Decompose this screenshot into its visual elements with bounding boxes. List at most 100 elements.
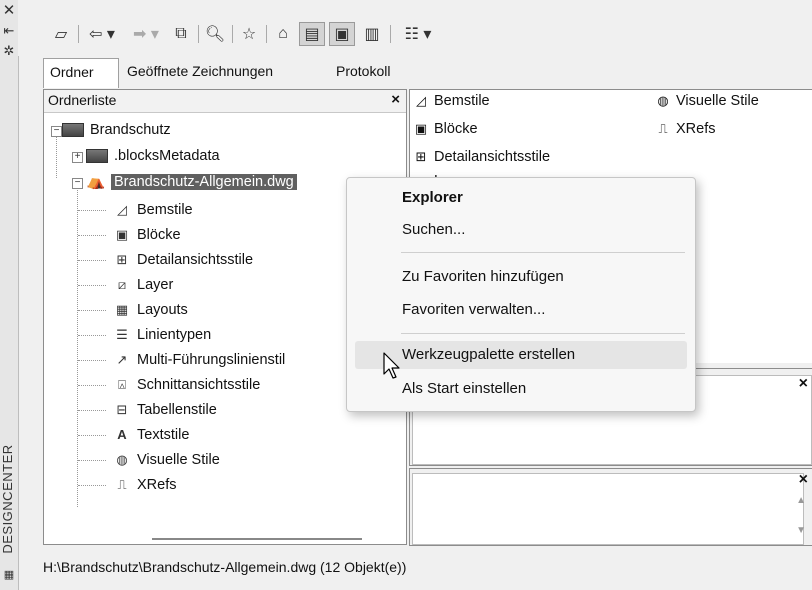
tree-view-toggle-icon[interactable]: ▤ bbox=[299, 22, 325, 46]
forward-button[interactable]: ➡ ▾ bbox=[126, 22, 166, 46]
tree-node-layouts[interactable]: ▦ Layouts bbox=[78, 298, 188, 322]
palette-title-strip: ✕ ⇤ ✲ DESIGNCENTER ▦ bbox=[0, 0, 19, 590]
menu-item-werkzeugpalette-erstellen[interactable]: Werkzeugpalette erstellen bbox=[355, 341, 687, 369]
description-area bbox=[412, 473, 804, 545]
expand-metadata-icon[interactable]: + bbox=[72, 152, 83, 163]
linetype-icon: ☰ bbox=[116, 327, 128, 343]
tree-node-label: Blöcke bbox=[137, 227, 181, 243]
tree-node-linientypen[interactable]: ☰ Linientypen bbox=[78, 323, 212, 347]
close-description-icon[interactable]: × bbox=[799, 471, 808, 489]
menu-item-zu-favoriten-hinzufuegen[interactable]: Zu Favoriten hinzufügen bbox=[348, 263, 694, 291]
tree-node-bemstile[interactable]: ◿ Bemstile bbox=[78, 198, 193, 222]
tree-node-label: Brandschutz bbox=[90, 122, 171, 138]
tree-guide bbox=[78, 260, 106, 261]
detailstyle-icon: ⊞ bbox=[116, 252, 128, 268]
tab-ordner[interactable]: Ordner bbox=[43, 58, 119, 88]
menu-item-suchen[interactable]: Suchen... bbox=[348, 216, 694, 244]
load-icon[interactable]: ▱ bbox=[48, 22, 74, 46]
tree-guide bbox=[78, 410, 106, 411]
collapse-drawing-icon[interactable]: − bbox=[72, 178, 83, 189]
tree-node-detailansichtsstile[interactable]: ⊞ Detailansichtsstile bbox=[78, 248, 254, 272]
sectionstyle-icon: ⍓ bbox=[118, 377, 126, 393]
tree-node-label: Bemstile bbox=[137, 202, 193, 218]
scroll-down-icon[interactable]: ▼ bbox=[796, 525, 806, 536]
up-icon[interactable]: ⧉ bbox=[168, 22, 194, 46]
home-icon[interactable]: ⌂ bbox=[270, 22, 296, 46]
close-preview-icon[interactable]: × bbox=[799, 375, 808, 393]
toolbar: ▱ ⇦ ▾ ➡ ▾ ⧉ 🔍︎ ☆ ⌂ ▤ ▣ ▥ ☷ ▾ bbox=[18, 0, 812, 56]
tree-node-schnittansichtsstile[interactable]: ⍓ Schnittansichtsstile bbox=[78, 373, 261, 397]
tree-node-label: Textstile bbox=[137, 427, 190, 443]
grid-icon[interactable]: ▦ bbox=[2, 568, 16, 582]
tablestyle-icon: ⊟ bbox=[116, 402, 128, 418]
folder-icon bbox=[62, 123, 84, 138]
search-icon[interactable]: 🔍︎ bbox=[202, 22, 228, 46]
menu-separator bbox=[401, 252, 685, 253]
tree-node-textstile[interactable]: A Textstile bbox=[78, 423, 190, 447]
tree-node-bloecke[interactable]: ▣ Blöcke bbox=[78, 223, 181, 247]
toolbar-separator bbox=[232, 25, 233, 43]
content-item-xrefs[interactable]: ⎍ XRefs bbox=[654, 119, 716, 139]
content-item-label: XRefs bbox=[676, 121, 716, 137]
tree-node-label: Layer bbox=[137, 277, 174, 293]
description-icon[interactable]: ▥ bbox=[359, 22, 385, 46]
tree-node-label: Layouts bbox=[137, 302, 188, 318]
palette-title: DESIGNCENTER bbox=[0, 444, 15, 554]
tree-node-drawing[interactable]: ⛺ Brandschutz-Allgemein.dwg bbox=[86, 170, 297, 194]
tree-guide bbox=[77, 185, 78, 507]
tree-guide bbox=[78, 285, 106, 286]
content-item-bemstile[interactable]: ◿ Bemstile bbox=[412, 91, 490, 111]
tree-guide bbox=[78, 335, 106, 336]
horizontal-scrollbar[interactable] bbox=[152, 538, 362, 540]
tree-node-visuelle-stile[interactable]: ◍ Visuelle Stile bbox=[78, 448, 220, 472]
tree-node-xrefs[interactable]: ⎍ XRefs bbox=[78, 473, 177, 497]
close-folder-list-icon[interactable]: × bbox=[391, 91, 400, 108]
tab-geoeffnete-zeichnungen[interactable]: Geöffnete Zeichnungen bbox=[121, 58, 327, 86]
autohide-icon[interactable]: ⇤ bbox=[2, 24, 16, 38]
folder-list-header: Ordnerliste × bbox=[44, 90, 406, 113]
layer-icon: ⧄ bbox=[117, 277, 127, 293]
content-item-visuelle-stile[interactable]: ◍ Visuelle Stile bbox=[654, 91, 758, 111]
block-icon: ▣ bbox=[414, 121, 428, 136]
content-item-detailansichtsstile[interactable]: ⊞ Detailansichtsstile bbox=[412, 147, 551, 167]
menu-item-explorer[interactable]: Explorer bbox=[348, 184, 694, 212]
tree-node-label: Brandschutz-Allgemein.dwg bbox=[111, 174, 297, 190]
tree-node-label: Schnittansichtsstile bbox=[137, 377, 261, 393]
tab-protokoll[interactable]: Protokoll bbox=[330, 58, 412, 86]
textstyle-icon: A bbox=[117, 427, 127, 443]
preview-toggle-icon[interactable]: ▣ bbox=[329, 22, 355, 46]
collapse-root-icon[interactable]: − bbox=[51, 126, 62, 137]
tree-node-layer[interactable]: ⧄ Layer bbox=[78, 273, 174, 297]
scroll-up-icon[interactable]: ▲ bbox=[796, 495, 806, 506]
xref-icon: ⎍ bbox=[658, 121, 668, 136]
toolbar-separator bbox=[198, 25, 199, 43]
back-button[interactable]: ⇦ ▾ bbox=[82, 22, 122, 46]
tree-node-blocksmetadata[interactable]: .blocksMetadata bbox=[86, 144, 220, 168]
tree-node-brandschutz[interactable]: Brandschutz bbox=[62, 118, 171, 142]
tree-guide bbox=[78, 435, 106, 436]
content-item-label: Bemstile bbox=[434, 93, 490, 109]
tree-guide bbox=[78, 235, 106, 236]
tree-node-tabellenstile[interactable]: ⊟ Tabellenstile bbox=[78, 398, 217, 422]
description-pane: × ▲ ▼ bbox=[409, 468, 812, 546]
tree-node-label: .blocksMetadata bbox=[114, 148, 220, 164]
close-palette-icon[interactable]: ✕ bbox=[2, 3, 16, 18]
tree-node-label: XRefs bbox=[137, 477, 177, 493]
favorites-icon[interactable]: ☆ bbox=[236, 22, 262, 46]
tree-node-label: Linientypen bbox=[137, 327, 212, 343]
dimstyle-icon: ◿ bbox=[117, 202, 127, 218]
properties-icon[interactable]: ✲ bbox=[2, 44, 16, 58]
tree-node-label: Detailansichtsstile bbox=[137, 252, 254, 268]
visualstyle-icon: ◍ bbox=[657, 93, 669, 108]
toolbar-separator bbox=[78, 25, 79, 43]
folder-icon bbox=[86, 149, 108, 164]
menu-item-favoriten-verwalten[interactable]: Favoriten verwalten... bbox=[348, 296, 694, 324]
tree-guide bbox=[78, 210, 106, 211]
content-item-bloecke[interactable]: ▣ Blöcke bbox=[412, 119, 478, 139]
mleader-icon: ↗ bbox=[116, 352, 128, 368]
drawing-file-icon: ⛺ bbox=[86, 173, 106, 191]
views-dropdown-icon[interactable]: ☷ ▾ bbox=[396, 22, 440, 46]
tree-node-multifuehrungslinienstil[interactable]: ↗ Multi-Führungslinienstil bbox=[78, 348, 285, 372]
xref-icon: ⎍ bbox=[117, 477, 127, 493]
tree-guide bbox=[78, 385, 106, 386]
